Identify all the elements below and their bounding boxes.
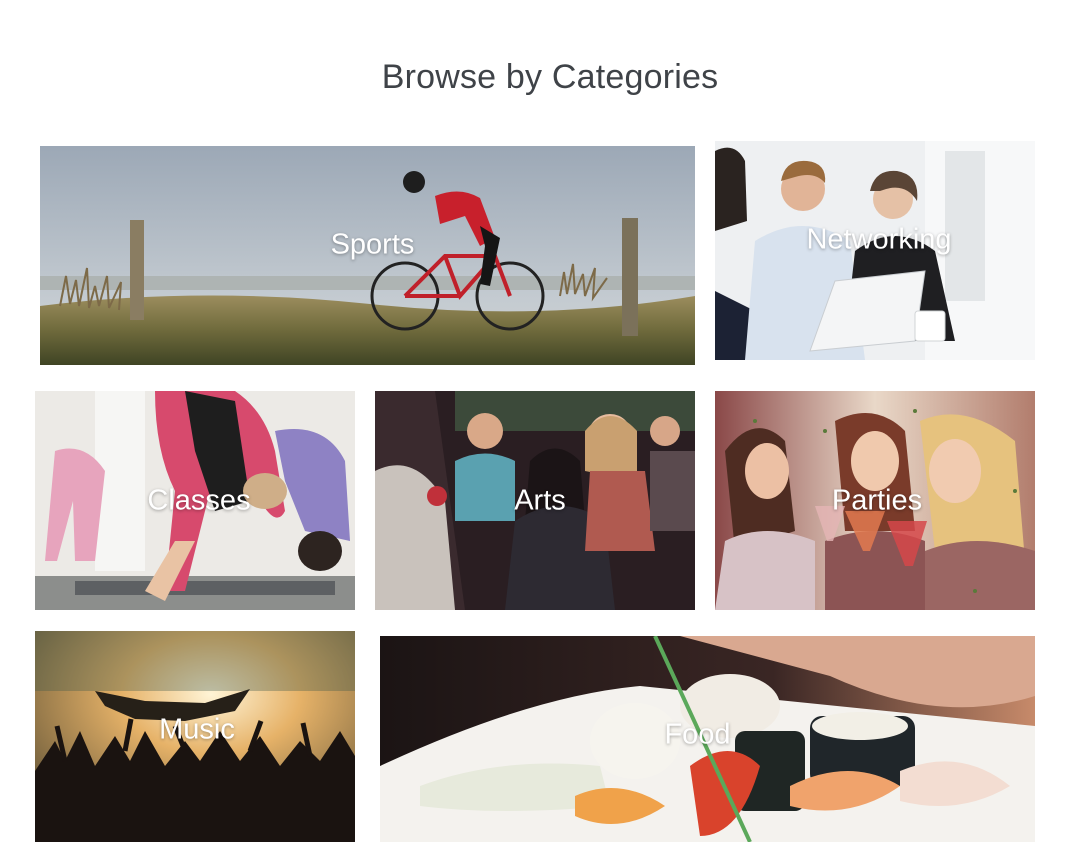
category-label: Classes xyxy=(147,484,251,516)
category-tile-music[interactable]: Music xyxy=(35,631,355,842)
category-tile-parties[interactable]: Parties xyxy=(715,391,1035,610)
category-label: Parties xyxy=(831,484,923,516)
category-tile-food[interactable]: Food xyxy=(380,636,1035,842)
category-label: Food xyxy=(664,718,731,751)
category-label: Networking xyxy=(806,223,952,255)
category-tile-networking[interactable]: Networking xyxy=(715,141,1035,360)
category-label: Sports xyxy=(330,228,415,260)
category-tile-sports[interactable]: Sports xyxy=(40,146,695,365)
page-title: Browse by Categories xyxy=(381,58,719,96)
category-tile-classes[interactable]: Classes xyxy=(35,391,355,610)
category-label: Music xyxy=(159,713,235,745)
category-label: Arts xyxy=(514,484,566,516)
category-tile-arts[interactable]: Arts xyxy=(375,391,695,610)
